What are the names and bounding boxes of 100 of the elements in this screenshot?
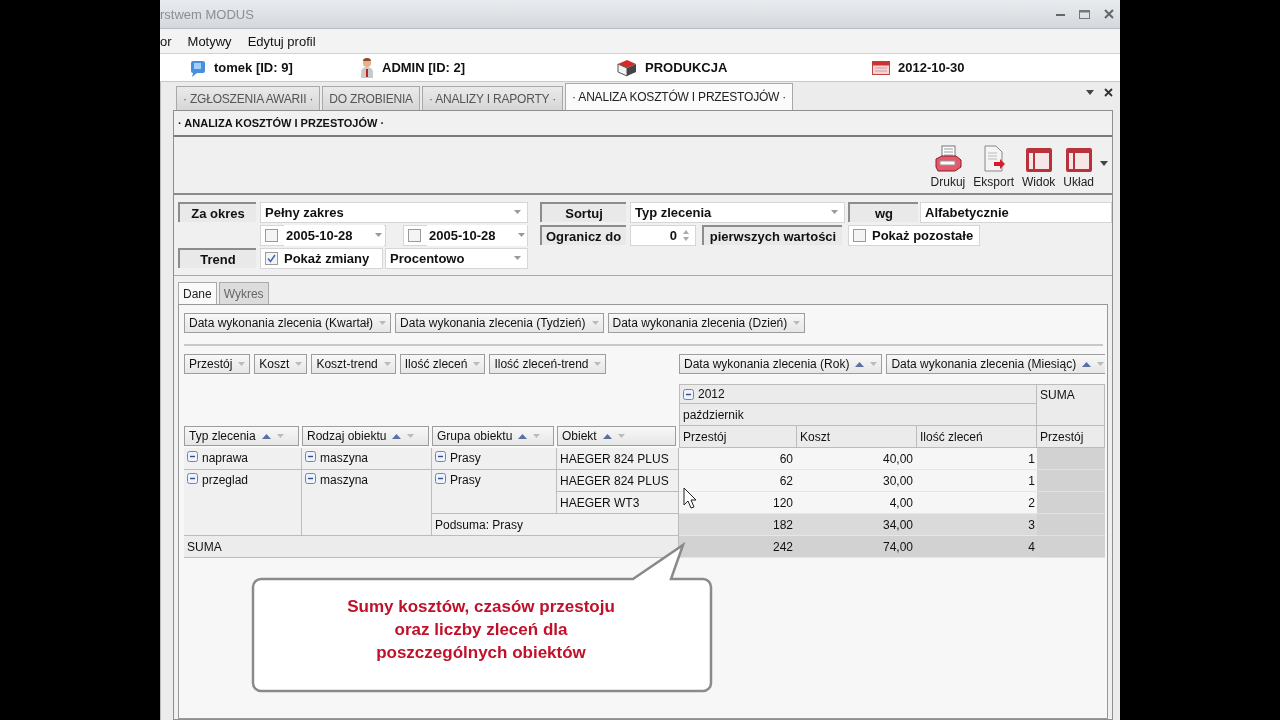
dropdown-arrow-icon <box>533 434 541 438</box>
person-icon <box>360 57 374 78</box>
tab[interactable]: DO ZROBIENIA <box>322 86 420 110</box>
menu-item[interactable]: Motywy <box>187 33 232 49</box>
checkbox[interactable] <box>265 251 278 265</box>
dropdown-arrow-icon <box>594 362 602 366</box>
cube-icon <box>617 58 637 77</box>
tab[interactable]: Wykres <box>218 282 269 304</box>
cursor-icon <box>683 487 697 509</box>
dropdown-arrow-icon[interactable] <box>1100 160 1108 166</box>
field-label: wg <box>848 202 918 222</box>
window-icon <box>1024 147 1053 173</box>
window-title: rstwem MODUS <box>160 6 254 22</box>
field-button[interactable]: Data wykonania zlecenia (Dzień) <box>607 313 806 333</box>
collapse-icon[interactable] <box>305 451 316 462</box>
calendar-icon <box>872 60 890 75</box>
field-label: Trend <box>178 248 256 268</box>
close-icon[interactable] <box>1104 9 1114 19</box>
collapse-icon[interactable] <box>187 473 198 484</box>
sort-select[interactable]: Typ zlecenia <box>630 201 845 223</box>
field-button[interactable]: Ilość zleceń <box>399 354 486 374</box>
row-header-cell: Prasy <box>432 470 557 514</box>
row-header-cell: Prasy <box>432 448 557 470</box>
value-cell: 3 <box>917 514 1037 536</box>
collapse-icon[interactable] <box>435 473 446 484</box>
maximize-icon[interactable] <box>1079 9 1090 19</box>
field-button[interactable]: Koszt-trend <box>311 354 396 374</box>
row-header-cell: HAEGER 824 PLUS <box>557 470 679 492</box>
field-button[interactable]: Typ zlecenia <box>184 426 299 446</box>
field-label: pierwszych wartości <box>702 225 842 245</box>
column-header-cell: Przestój <box>1037 426 1105 448</box>
dropdown-arrow-icon <box>276 434 284 438</box>
collapse-icon[interactable] <box>435 451 446 462</box>
tab[interactable]: · ANALIZY I RAPORTY · <box>421 86 564 110</box>
grand-total-cell <box>1037 536 1105 558</box>
dropdown-arrow-icon <box>295 362 303 366</box>
menu-item[interactable]: or <box>160 33 172 49</box>
document-arrow-icon <box>981 145 1006 173</box>
toolbar-button[interactable]: Układ <box>1061 147 1096 189</box>
column-header-cell: SUMA <box>1037 384 1105 426</box>
row-header-cell: naprawa <box>184 448 302 470</box>
collapse-icon[interactable] <box>683 388 694 400</box>
field-button[interactable]: Data wykonania zlecenia (Tydzień) <box>395 313 604 333</box>
value-cell: 34,00 <box>797 514 917 536</box>
row-header-cell: HAEGER WT3 <box>557 492 679 514</box>
field-button[interactable]: Koszt <box>254 354 308 374</box>
grand-total-cell <box>1037 470 1105 492</box>
dropdown-arrow-icon <box>514 210 521 214</box>
column-header-cell: 2012 <box>679 384 1037 404</box>
callout-text: Sumy kosztów, czasów przestoju oraz liczby zleceń dla poszczególnych obiektów <box>346 596 616 664</box>
toolbar-button[interactable]: Eksport <box>971 145 1016 189</box>
value-cell: 4 <box>917 536 1037 558</box>
close-icon[interactable] <box>1104 88 1113 97</box>
field-button[interactable]: Grupa obiektu <box>432 426 554 446</box>
checkbox-label: Pokaż zmiany <box>284 250 370 266</box>
field-button[interactable]: Obiekt <box>557 426 676 446</box>
tab[interactable]: · ZGŁOSZENIA AWARII · <box>176 86 321 110</box>
minimize-icon[interactable] <box>1056 12 1065 16</box>
grand-total-cell <box>1037 514 1105 536</box>
field-button[interactable]: Data wykonania zlecenia (Kwartał) <box>184 313 392 333</box>
field-button[interactable]: Rodzaj obiektu <box>302 426 429 446</box>
number-spinner[interactable]: 0 <box>630 224 696 246</box>
field-button[interactable]: Ilość zleceń-trend <box>489 354 607 374</box>
order-field[interactable]: Alfabetycznie <box>920 201 1112 223</box>
column-header-cell: październik <box>679 404 1037 426</box>
field-button[interactable]: Przestój <box>184 354 251 374</box>
collapse-icon[interactable] <box>187 451 198 462</box>
dropdown-arrow-icon <box>793 321 801 325</box>
info-text: PRODUKCJA <box>645 60 728 75</box>
column-header-cell: Koszt <box>797 426 917 448</box>
period-select[interactable]: Pełny zakres <box>260 201 528 223</box>
field-label: Sortuj <box>540 202 626 222</box>
value-cell: 242 <box>679 536 797 558</box>
row-header-cell: maszyna <box>302 470 432 536</box>
tab[interactable]: · ANALIZA KOSZTÓW I PRZESTOJÓW · <box>565 83 794 110</box>
grand-total-cell <box>1037 448 1105 470</box>
dropdown-arrow-icon <box>473 362 481 366</box>
info-text: ADMIN [ID: 2] <box>382 60 466 75</box>
toolbar-button[interactable]: Widok <box>1019 147 1058 189</box>
dropdown-arrow-icon <box>238 362 246 366</box>
value-cell: 74,00 <box>797 536 917 558</box>
field-button[interactable]: Data wykonania zlecenia (Rok) <box>679 354 883 374</box>
column-header-cell: Ilość zleceń <box>917 426 1037 448</box>
collapse-icon[interactable] <box>305 473 316 484</box>
total-label-cell: SUMA <box>184 536 679 558</box>
checkbox-label: Pokaż pozostałe <box>872 227 974 243</box>
tab[interactable]: Dane <box>178 282 217 304</box>
speech-bubble-icon <box>190 58 206 77</box>
menu-item[interactable]: Edytuj profil <box>247 33 316 49</box>
subtotal-label-cell: Podsuma: Prasy <box>432 514 679 536</box>
trend-select[interactable]: Procentowo <box>385 247 528 269</box>
field-button[interactable]: Data wykonania zlecenia (Miesiąc) <box>886 354 1105 374</box>
checkbox[interactable] <box>853 228 866 242</box>
dropdown-arrow-icon[interactable] <box>1086 90 1094 95</box>
dropdown-arrow-icon <box>379 321 387 325</box>
row-header-cell: maszyna <box>302 448 432 470</box>
toolbar-button[interactable]: Drukuj <box>928 145 968 189</box>
dropdown-arrow-icon <box>591 321 599 325</box>
field-label: Ogranicz do <box>540 225 626 245</box>
column-header-cell: Przestój <box>679 426 797 448</box>
